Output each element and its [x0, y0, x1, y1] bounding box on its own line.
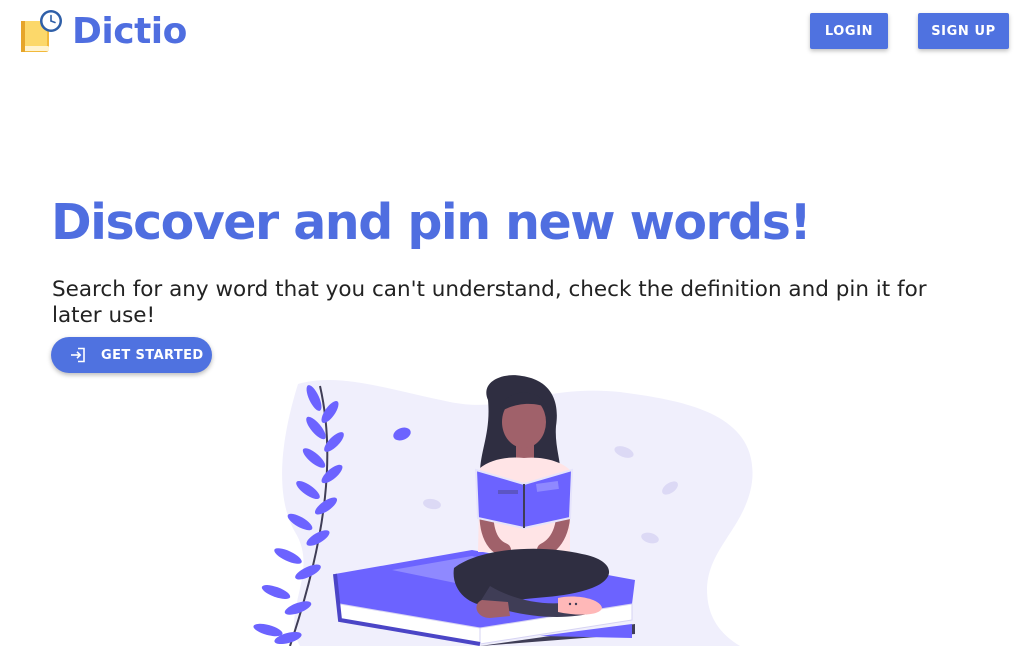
get-started-button[interactable]: GET STARTED	[51, 337, 212, 373]
top-bar: Dictio LOGIN SIGN UP	[0, 0, 1021, 62]
login-button[interactable]: LOGIN	[810, 13, 888, 49]
book-clock-icon	[21, 10, 62, 52]
get-started-label: GET STARTED	[101, 347, 204, 363]
hero-title: Discover and pin new words!	[51, 194, 812, 251]
woman-reading-on-books-illustration	[253, 375, 753, 646]
sign-up-button[interactable]: SIGN UP	[918, 13, 1009, 49]
login-arrow-icon	[71, 347, 85, 363]
brand-name: Dictio	[72, 10, 187, 52]
hero-subtitle: Search for any word that you can't under…	[52, 277, 927, 328]
page: Dictio LOGIN SIGN UP Discover and pin ne…	[0, 0, 1021, 646]
brand[interactable]: Dictio	[18, 6, 187, 56]
